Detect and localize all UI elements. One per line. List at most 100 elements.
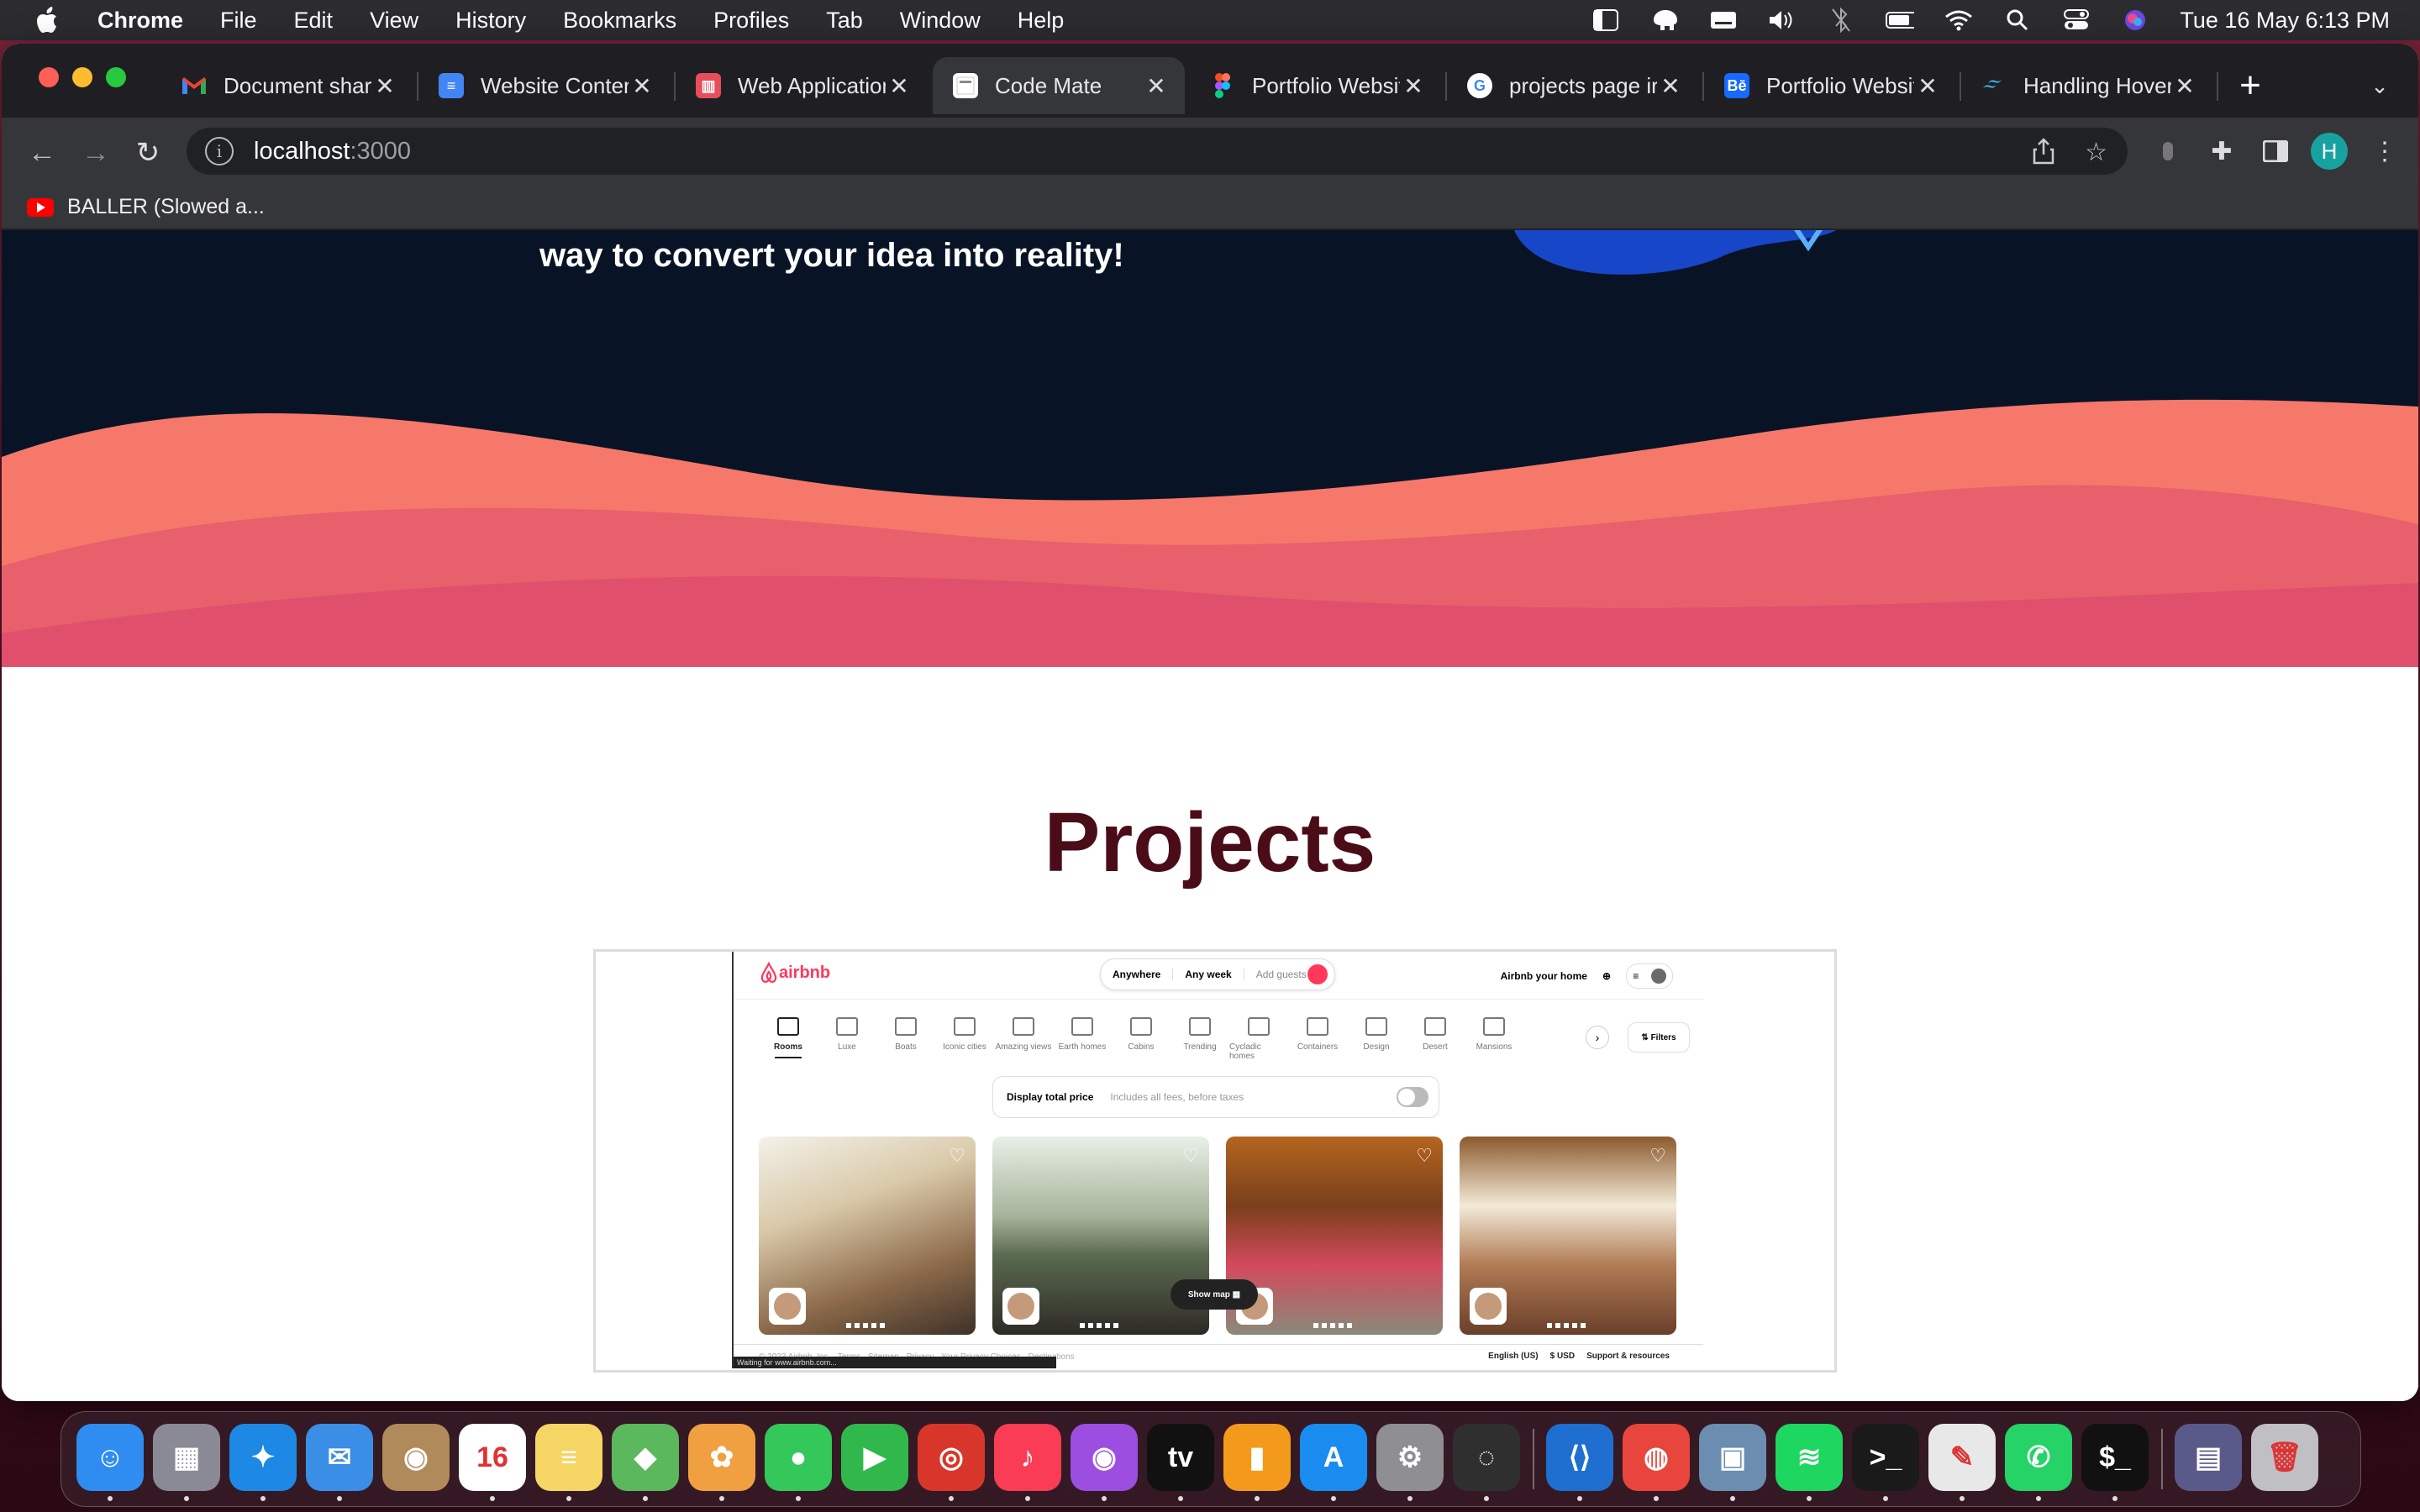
- sidebar-toggle-icon[interactable]: [1591, 8, 1620, 33]
- dock-separator: [1533, 1429, 1534, 1489]
- tab-google-search[interactable]: G projects page ir ✕: [1447, 57, 1699, 114]
- iterm-icon[interactable]: $_: [2081, 1424, 2149, 1491]
- share-icon[interactable]: [2033, 138, 2054, 171]
- whatsapp-icon[interactable]: ✆: [2005, 1424, 2072, 1491]
- keyboard-icon[interactable]: [1709, 8, 1738, 33]
- active-underline: [775, 1057, 802, 1058]
- tab-figma[interactable]: Portfolio Websit ✕: [1190, 57, 1442, 114]
- project-preview-card[interactable]: airbnb Anywhere Any week Add guests Airb…: [593, 949, 1837, 1373]
- bookmark-star-icon[interactable]: ☆: [2085, 138, 2107, 171]
- listing-card: ♡: [1460, 1137, 1676, 1335]
- tab-close-icon[interactable]: ✕: [1657, 72, 1684, 99]
- bookmarks-bar: BALLER (Slowed a...: [2, 186, 2418, 230]
- tab-close-icon[interactable]: ✕: [1400, 72, 1427, 99]
- vscode-icon[interactable]: ⟨⟩: [1546, 1424, 1613, 1491]
- extensions-puzzle-icon[interactable]: ✚: [2205, 134, 2238, 168]
- airbnb-category-label: Earth homes: [1058, 1042, 1107, 1052]
- terminal-icon[interactable]: >_: [1852, 1424, 1919, 1491]
- menu-file[interactable]: File: [220, 8, 257, 34]
- minimize-window-button[interactable]: [72, 67, 92, 87]
- safari-icon[interactable]: ✦: [229, 1424, 297, 1491]
- city-icon: [954, 1017, 976, 1036]
- textedit-icon[interactable]: ✎: [1928, 1424, 1996, 1491]
- battery-icon[interactable]: [1886, 8, 1915, 33]
- facetime-icon[interactable]: ▶: [841, 1424, 908, 1491]
- tab-tailwind[interactable]: Handling Hover ✕: [1961, 57, 2213, 114]
- tab-close-icon[interactable]: ✕: [1914, 72, 1941, 99]
- finder-icon[interactable]: ☺: [76, 1424, 144, 1491]
- photos-icon[interactable]: ✿: [688, 1424, 755, 1491]
- calendar-icon[interactable]: 16: [459, 1424, 526, 1491]
- menu-clock[interactable]: Tue 16 May 6:13 PM: [2180, 8, 2390, 34]
- menu-bookmarks[interactable]: Bookmarks: [563, 8, 676, 34]
- siri-icon[interactable]: [2121, 8, 2149, 33]
- new-tab-button[interactable]: +: [2230, 65, 2270, 106]
- profile-avatar[interactable]: H: [2311, 133, 2348, 170]
- books-icon[interactable]: ▮: [1223, 1424, 1291, 1491]
- airbnb-category-label: Mansions: [1476, 1042, 1512, 1052]
- menu-app-name[interactable]: Chrome: [97, 8, 183, 34]
- messages-icon[interactable]: ●: [765, 1424, 832, 1491]
- tab-trello[interactable]: ▥ Web Application ✕: [676, 57, 928, 114]
- address-bar[interactable]: i localhost:3000 ☆: [187, 128, 2128, 175]
- reload-icon[interactable]: ↻: [129, 134, 166, 171]
- side-panel-icon[interactable]: [2259, 134, 2292, 168]
- tab-code-mate[interactable]: Code Mate ✕: [933, 57, 1185, 114]
- site-info-icon[interactable]: i: [205, 137, 234, 165]
- photo-booth-icon[interactable]: ◎: [918, 1424, 985, 1491]
- heart-icon: ♡: [949, 1145, 965, 1166]
- tab-close-icon[interactable]: ✕: [886, 72, 913, 99]
- tab-close-icon[interactable]: ✕: [371, 72, 398, 99]
- tab-close-icon[interactable]: ✕: [629, 72, 655, 99]
- tab-gmail[interactable]: Document shar ✕: [161, 57, 413, 114]
- contacts-icon[interactable]: ◉: [382, 1424, 450, 1491]
- google-docs-icon: ≡: [439, 73, 464, 98]
- tab-close-icon[interactable]: ✕: [1143, 72, 1170, 99]
- tab-close-icon[interactable]: ✕: [2171, 72, 2198, 99]
- app-store-icon[interactable]: A: [1300, 1424, 1367, 1491]
- apple-icon[interactable]: [34, 5, 64, 35]
- close-window-button[interactable]: [39, 67, 59, 87]
- chrome-icon[interactable]: ◍: [1623, 1424, 1690, 1491]
- menu-window[interactable]: Window: [900, 8, 981, 34]
- forward-arrow-icon[interactable]: →: [77, 134, 114, 171]
- activity-icon[interactable]: ◌: [1453, 1424, 1520, 1491]
- bookmark-youtube[interactable]: BALLER (Slowed a...: [27, 195, 265, 219]
- airbnb-language: English (US): [1488, 1352, 1539, 1361]
- tab-google-docs[interactable]: ≡ Website Conter ✕: [418, 57, 671, 114]
- running-indicator: [1025, 1496, 1030, 1501]
- extension-icon[interactable]: [2151, 134, 2185, 168]
- menu-view[interactable]: View: [370, 8, 418, 34]
- mail-icon[interactable]: ✉: [306, 1424, 373, 1491]
- page-viewport[interactable]: way to convert your idea into reality! P…: [2, 230, 2418, 1401]
- menu-tab[interactable]: Tab: [826, 8, 863, 34]
- spotify-icon[interactable]: ≋: [1776, 1424, 1843, 1491]
- trash-icon[interactable]: 🗑: [2251, 1424, 2318, 1491]
- notes-icon[interactable]: ≡: [535, 1424, 602, 1491]
- address-url[interactable]: localhost:3000: [254, 138, 411, 165]
- downloads-stack-icon[interactable]: ▤: [2175, 1424, 2242, 1491]
- menu-help[interactable]: Help: [1018, 8, 1065, 34]
- bluetooth-off-icon[interactable]: [1827, 8, 1855, 33]
- music-icon[interactable]: ♪: [994, 1424, 1061, 1491]
- spotlight-search-icon[interactable]: [2003, 8, 2032, 33]
- design-icon: [1365, 1017, 1387, 1036]
- launchpad-icon[interactable]: ▦: [153, 1424, 220, 1491]
- preview-icon[interactable]: ▣: [1699, 1424, 1766, 1491]
- chrome-menu-icon[interactable]: ⋮: [2368, 134, 2402, 168]
- system-settings-icon[interactable]: ⚙: [1376, 1424, 1444, 1491]
- maximize-window-button[interactable]: [106, 67, 126, 87]
- maps-icon[interactable]: ◆: [612, 1424, 679, 1491]
- tv-icon[interactable]: tv: [1147, 1424, 1214, 1491]
- back-arrow-icon[interactable]: ←: [24, 134, 60, 171]
- tab-behance[interactable]: Bē Portfolio Websit ✕: [1704, 57, 1956, 114]
- wifi-icon[interactable]: [1944, 8, 1973, 33]
- volume-icon[interactable]: [1768, 8, 1797, 33]
- control-center-icon[interactable]: [2062, 8, 2091, 33]
- tab-search-chevron-icon[interactable]: ⌄: [2363, 69, 2396, 102]
- menu-history[interactable]: History: [455, 8, 526, 34]
- tableplus-elephant-icon[interactable]: [1650, 8, 1679, 33]
- podcasts-icon[interactable]: ◉: [1071, 1424, 1138, 1491]
- menu-edit[interactable]: Edit: [294, 8, 334, 34]
- menu-profiles[interactable]: Profiles: [713, 8, 789, 34]
